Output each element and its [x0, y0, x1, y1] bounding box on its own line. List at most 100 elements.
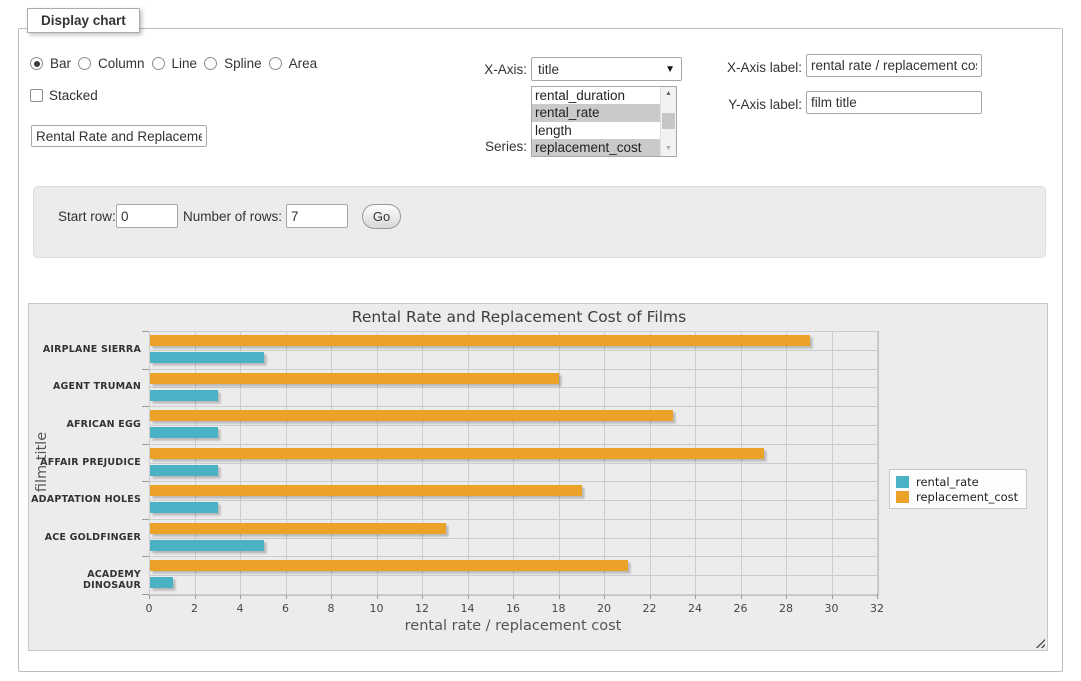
- row-range-panel: Start row: Number of rows: Go: [33, 186, 1046, 258]
- x-tick-label: 16: [498, 602, 528, 615]
- grid-line-horizontal: [149, 556, 877, 557]
- x-axis-select[interactable]: title ▼: [531, 57, 682, 81]
- category-label: ADAPTATION HOLES: [31, 494, 141, 505]
- radio-bar[interactable]: [30, 57, 43, 70]
- y-tick-mark: [142, 406, 149, 407]
- series-scrollbar[interactable]: ▲ ▼: [660, 87, 676, 156]
- series-options: rental_duration rental_rate length repla…: [532, 87, 660, 156]
- x-axis-title: rental rate / replacement cost: [149, 618, 877, 634]
- grid-line-horizontal: [149, 538, 877, 539]
- grid-line-horizontal: [149, 463, 877, 464]
- radio-column-label[interactable]: Column: [98, 56, 145, 71]
- x-tick-label: 0: [134, 602, 164, 615]
- radio-spline-label[interactable]: Spline: [224, 56, 262, 71]
- bar-replacement_cost: [150, 373, 559, 384]
- x-tick-label: 4: [225, 602, 255, 615]
- radio-line-label[interactable]: Line: [172, 56, 198, 71]
- radio-area[interactable]: [269, 57, 282, 70]
- x-tick-label: 8: [316, 602, 346, 615]
- x-tick-label: 22: [635, 602, 665, 615]
- go-button[interactable]: Go: [362, 204, 401, 229]
- bar-rental_rate: [150, 502, 218, 513]
- chart-title-input[interactable]: [31, 125, 207, 147]
- series-option-length[interactable]: length: [532, 122, 660, 139]
- scroll-down-icon[interactable]: ▼: [661, 142, 676, 156]
- bar-replacement_cost: [150, 335, 810, 346]
- grid-line-horizontal: [149, 369, 877, 370]
- grid-line-horizontal: [149, 575, 877, 576]
- x-axis-select-label: X-Axis:: [430, 62, 527, 77]
- grid-line-horizontal: [149, 594, 877, 595]
- x-tick-label: 6: [271, 602, 301, 615]
- radio-bar-label[interactable]: Bar: [50, 56, 71, 71]
- radio-line[interactable]: [152, 57, 165, 70]
- legend-swatch-icon: [896, 476, 909, 488]
- x-axis-label-label: X-Axis label:: [700, 60, 802, 75]
- x-tick-label: 30: [817, 602, 847, 615]
- grid-line-horizontal: [149, 406, 877, 407]
- x-tick-label: 18: [544, 602, 574, 615]
- fieldset-legend: Display chart: [27, 8, 140, 33]
- legend-label: replacement_cost: [916, 490, 1018, 504]
- stacked-row: Stacked: [30, 87, 98, 103]
- chart-panel: Rental Rate and Replacement Cost of Film…: [28, 303, 1048, 651]
- category-label: ACADEMY DINOSAUR: [31, 569, 141, 591]
- start-row-label: Start row:: [58, 209, 116, 224]
- series-listbox[interactable]: rental_duration rental_rate length repla…: [531, 86, 677, 157]
- category-label: ACE GOLDFINGER: [31, 532, 141, 543]
- resize-grip-icon[interactable]: [1034, 637, 1045, 648]
- grid-line-horizontal: [149, 331, 877, 332]
- grid-line-horizontal: [149, 481, 877, 482]
- series-option-replacement-cost[interactable]: replacement_cost: [532, 139, 660, 156]
- bar-rental_rate: [150, 540, 264, 551]
- y-tick-mark: [142, 556, 149, 557]
- series-option-rental-duration[interactable]: rental_duration: [532, 87, 660, 104]
- scroll-up-icon[interactable]: ▲: [661, 87, 676, 101]
- category-label: AIRPLANE SIERRA: [31, 344, 141, 355]
- bar-rental_rate: [150, 465, 218, 476]
- bar-rental_rate: [150, 390, 218, 401]
- bar-replacement_cost: [150, 448, 764, 459]
- y-tick-mark: [142, 369, 149, 370]
- scrollbar-thumb[interactable]: [662, 113, 675, 129]
- x-tick-mark: [877, 594, 878, 599]
- x-tick-label: 32: [862, 602, 892, 615]
- legend-swatch-icon: [896, 491, 909, 503]
- chart-legend: rental_ratereplacement_cost: [889, 469, 1027, 509]
- x-tick-label: 20: [589, 602, 619, 615]
- grid-line-horizontal: [149, 519, 877, 520]
- series-list-label: Series:: [430, 139, 527, 154]
- grid-line-horizontal: [149, 350, 877, 351]
- grid-line-horizontal: [149, 425, 877, 426]
- radio-spline[interactable]: [204, 57, 217, 70]
- radio-area-label[interactable]: Area: [289, 56, 318, 71]
- x-tick-label: 24: [680, 602, 710, 615]
- chevron-down-icon: ▼: [665, 64, 675, 75]
- series-option-rental-rate[interactable]: rental_rate: [532, 104, 660, 121]
- x-tick-label: 2: [180, 602, 210, 615]
- x-tick-label: 14: [453, 602, 483, 615]
- category-label: AFFAIR PREJUDICE: [31, 457, 141, 468]
- x-axis-label-input[interactable]: [806, 54, 982, 77]
- grid-line-horizontal: [149, 387, 877, 388]
- x-tick-label: 26: [726, 602, 756, 615]
- start-row-input[interactable]: [116, 204, 178, 228]
- display-chart-page: Display chart Bar Column Line Spline Are…: [0, 0, 1081, 681]
- bar-rental_rate: [150, 352, 264, 363]
- bar-replacement_cost: [150, 560, 628, 571]
- category-label: AGENT TRUMAN: [31, 381, 141, 392]
- category-label: AFRICAN EGG: [31, 419, 141, 430]
- chart-title: Rental Rate and Replacement Cost of Film…: [29, 308, 1009, 326]
- num-rows-input[interactable]: [286, 204, 348, 228]
- radio-column[interactable]: [78, 57, 91, 70]
- y-axis-label-input[interactable]: [806, 91, 982, 114]
- x-tick-label: 28: [771, 602, 801, 615]
- y-tick-mark: [142, 519, 149, 520]
- legend-label: rental_rate: [916, 475, 979, 489]
- x-axis-selected-value: title: [538, 62, 559, 77]
- stacked-label[interactable]: Stacked: [49, 88, 98, 103]
- bar-replacement_cost: [150, 523, 446, 534]
- bar-rental_rate: [150, 427, 218, 438]
- y-tick-mark: [142, 331, 149, 332]
- stacked-checkbox[interactable]: [30, 89, 43, 102]
